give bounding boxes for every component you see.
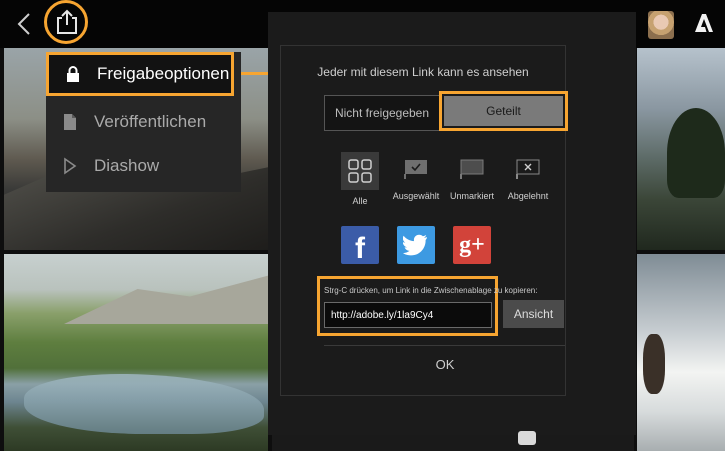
ok-button[interactable]: OK — [415, 352, 475, 376]
photo-trees[interactable] — [637, 48, 725, 250]
filter-label: Alle — [352, 196, 368, 206]
flag-check-icon — [386, 158, 446, 180]
comment-icon[interactable] — [518, 431, 536, 445]
twitter-bird-icon — [403, 234, 427, 256]
google-plus-icon: g+ — [459, 231, 485, 258]
menu-item-label: Freigabeoptionen — [97, 64, 230, 83]
share-menu: Freigabeoptionen Veröffentlichen Diashow — [46, 52, 241, 192]
play-icon — [46, 157, 94, 175]
filter-all[interactable]: Alle — [330, 152, 390, 206]
photo-detail — [667, 108, 725, 198]
highlight-connector — [241, 72, 269, 75]
facebook-share-button[interactable]: f — [341, 226, 379, 265]
share-upload-icon[interactable] — [52, 6, 82, 38]
photo-bottom[interactable] — [272, 434, 634, 451]
facebook-icon: f — [355, 232, 365, 265]
document-icon — [46, 113, 94, 131]
twitter-share-button[interactable] — [397, 226, 435, 264]
adobe-logo-icon[interactable] — [693, 12, 715, 34]
photo-detail — [643, 334, 665, 394]
filter-unmarked[interactable]: Unmarkiert — [442, 158, 502, 201]
photo-detail — [24, 374, 264, 434]
view-button[interactable]: Ansicht — [503, 300, 564, 328]
grid-icon — [341, 152, 379, 190]
user-avatar[interactable] — [648, 11, 674, 39]
filter-selected[interactable]: Ausgewählt — [386, 158, 446, 201]
google-plus-share-button[interactable]: g+ — [453, 226, 491, 264]
chevron-left-icon[interactable] — [12, 8, 36, 40]
divider — [324, 345, 565, 346]
share-link-field[interactable]: http://adobe.ly/1la9Cy4 — [324, 302, 492, 328]
dialog-title: Jeder mit diesem Link kann es ansehen — [317, 65, 529, 79]
not-shared-toggle[interactable]: Nicht freigegeben — [324, 95, 440, 131]
menu-item-label: Diashow — [94, 156, 160, 175]
photo-detail — [64, 274, 268, 324]
flag-x-icon — [498, 158, 558, 180]
menu-item-label: Veröffentlichen — [94, 112, 207, 131]
photo-fisherman[interactable] — [637, 254, 725, 451]
filter-label: Abgelehnt — [507, 191, 549, 201]
shared-toggle[interactable]: Geteilt — [444, 96, 563, 126]
filter-label: Ausgewählt — [392, 191, 440, 201]
menu-item-share-options[interactable]: Freigabeoptionen — [46, 52, 234, 96]
menu-item-slideshow[interactable]: Diashow — [46, 144, 241, 188]
lock-icon — [49, 66, 97, 82]
menu-item-publish[interactable]: Veröffentlichen — [46, 100, 241, 144]
flag-empty-icon — [442, 158, 502, 180]
filter-label: Unmarkiert — [449, 191, 494, 201]
photo-river[interactable] — [4, 254, 268, 451]
copy-hint: Strg-C drücken, um Link in die Zwischena… — [324, 286, 538, 295]
filter-rejected[interactable]: Abgelehnt — [498, 158, 558, 201]
